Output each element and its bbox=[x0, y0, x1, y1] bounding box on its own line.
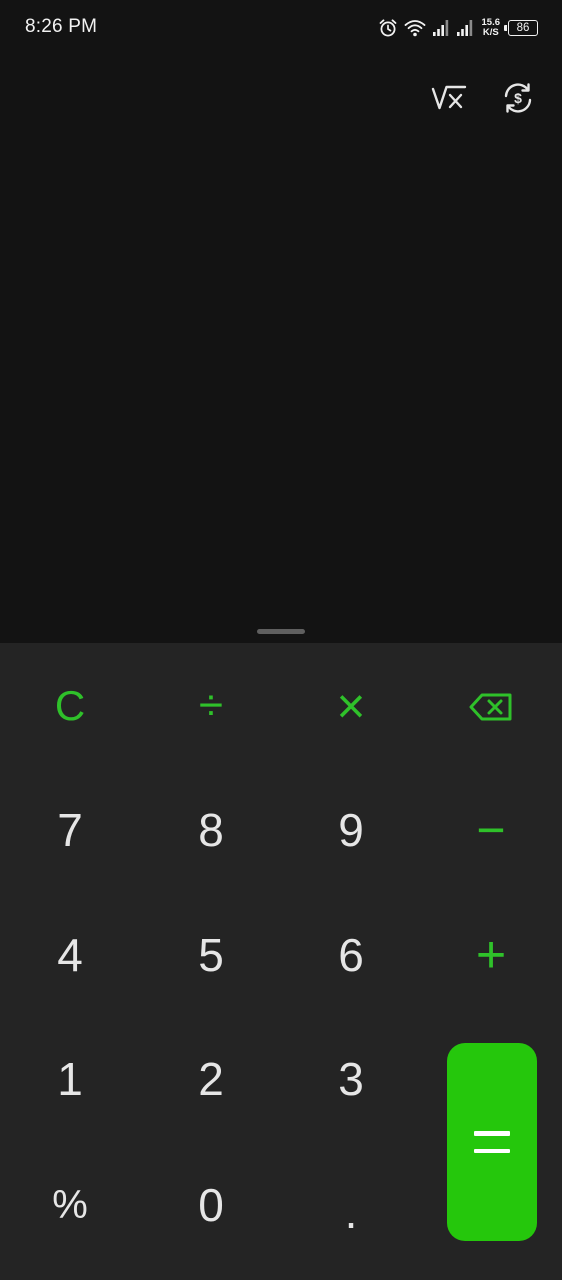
square-root-x-icon bbox=[431, 83, 467, 118]
digit-4-label: 4 bbox=[57, 929, 83, 981]
digit-9-button[interactable]: 9 bbox=[291, 775, 411, 885]
equals-button[interactable] bbox=[447, 1043, 537, 1241]
digit-8-label: 8 bbox=[198, 804, 224, 856]
scientific-mode-button[interactable] bbox=[429, 80, 469, 120]
network-speed-unit: K/S bbox=[482, 27, 499, 38]
digit-6-button[interactable]: 6 bbox=[291, 900, 411, 1010]
digit-1-label: 1 bbox=[57, 1053, 83, 1105]
alarm-icon bbox=[378, 18, 398, 38]
divide-button[interactable]: ÷ bbox=[151, 651, 271, 761]
digit-4-button[interactable]: 4 bbox=[10, 900, 130, 1010]
digit-3-label: 3 bbox=[338, 1053, 364, 1105]
digit-0-button[interactable]: 0 bbox=[151, 1150, 271, 1260]
digit-2-label: 2 bbox=[198, 1053, 224, 1105]
divide-label: ÷ bbox=[198, 681, 224, 730]
wifi-icon bbox=[404, 18, 426, 38]
battery-icon: 86 bbox=[504, 20, 538, 36]
subtract-label: − bbox=[476, 802, 506, 858]
calculator-screen: 8:26 PM 15.6 K/S 86 $ C ÷ × 7 8 9 − 4 5 … bbox=[0, 0, 562, 1280]
digit-7-button[interactable]: 7 bbox=[10, 775, 130, 885]
decimal-button[interactable]: . bbox=[291, 1150, 411, 1260]
digit-0-label: 0 bbox=[198, 1179, 224, 1231]
add-button[interactable]: + bbox=[431, 900, 551, 1010]
backspace-icon bbox=[469, 679, 513, 733]
digit-3-button[interactable]: 3 bbox=[291, 1024, 411, 1134]
digit-9-label: 9 bbox=[338, 804, 364, 856]
svg-text:$: $ bbox=[514, 90, 522, 106]
add-label: + bbox=[475, 926, 507, 984]
signal-icon bbox=[456, 19, 474, 37]
digit-6-label: 6 bbox=[338, 929, 364, 981]
digit-7-label: 7 bbox=[57, 804, 83, 856]
clear-button[interactable]: C bbox=[10, 651, 130, 761]
currency-converter-button[interactable]: $ bbox=[498, 80, 538, 120]
digit-2-button[interactable]: 2 bbox=[151, 1024, 271, 1134]
digit-5-button[interactable]: 5 bbox=[151, 900, 271, 1010]
digit-5-label: 5 bbox=[198, 929, 224, 981]
currency-convert-icon: $ bbox=[501, 81, 535, 120]
clear-label: C bbox=[54, 682, 86, 729]
subtract-button[interactable]: − bbox=[431, 775, 551, 885]
percent-button[interactable]: % bbox=[10, 1150, 130, 1260]
signal-icon bbox=[432, 19, 450, 37]
multiply-label: × bbox=[336, 678, 366, 734]
digit-8-button[interactable]: 8 bbox=[151, 775, 271, 885]
multiply-button[interactable]: × bbox=[291, 651, 411, 761]
status-bar: 8:26 PM 15.6 K/S 86 bbox=[0, 0, 562, 56]
equals-icon bbox=[474, 1131, 510, 1153]
drag-handle[interactable] bbox=[257, 629, 305, 634]
digit-1-button[interactable]: 1 bbox=[10, 1024, 130, 1134]
status-icons: 15.6 K/S 86 bbox=[378, 14, 538, 42]
percent-label: % bbox=[52, 1183, 88, 1227]
backspace-button[interactable] bbox=[431, 651, 551, 761]
network-speed: 15.6 K/S bbox=[482, 18, 501, 38]
decimal-label: . bbox=[344, 1186, 358, 1238]
status-time: 8:26 PM bbox=[25, 16, 98, 37]
battery-level: 86 bbox=[516, 22, 530, 34]
